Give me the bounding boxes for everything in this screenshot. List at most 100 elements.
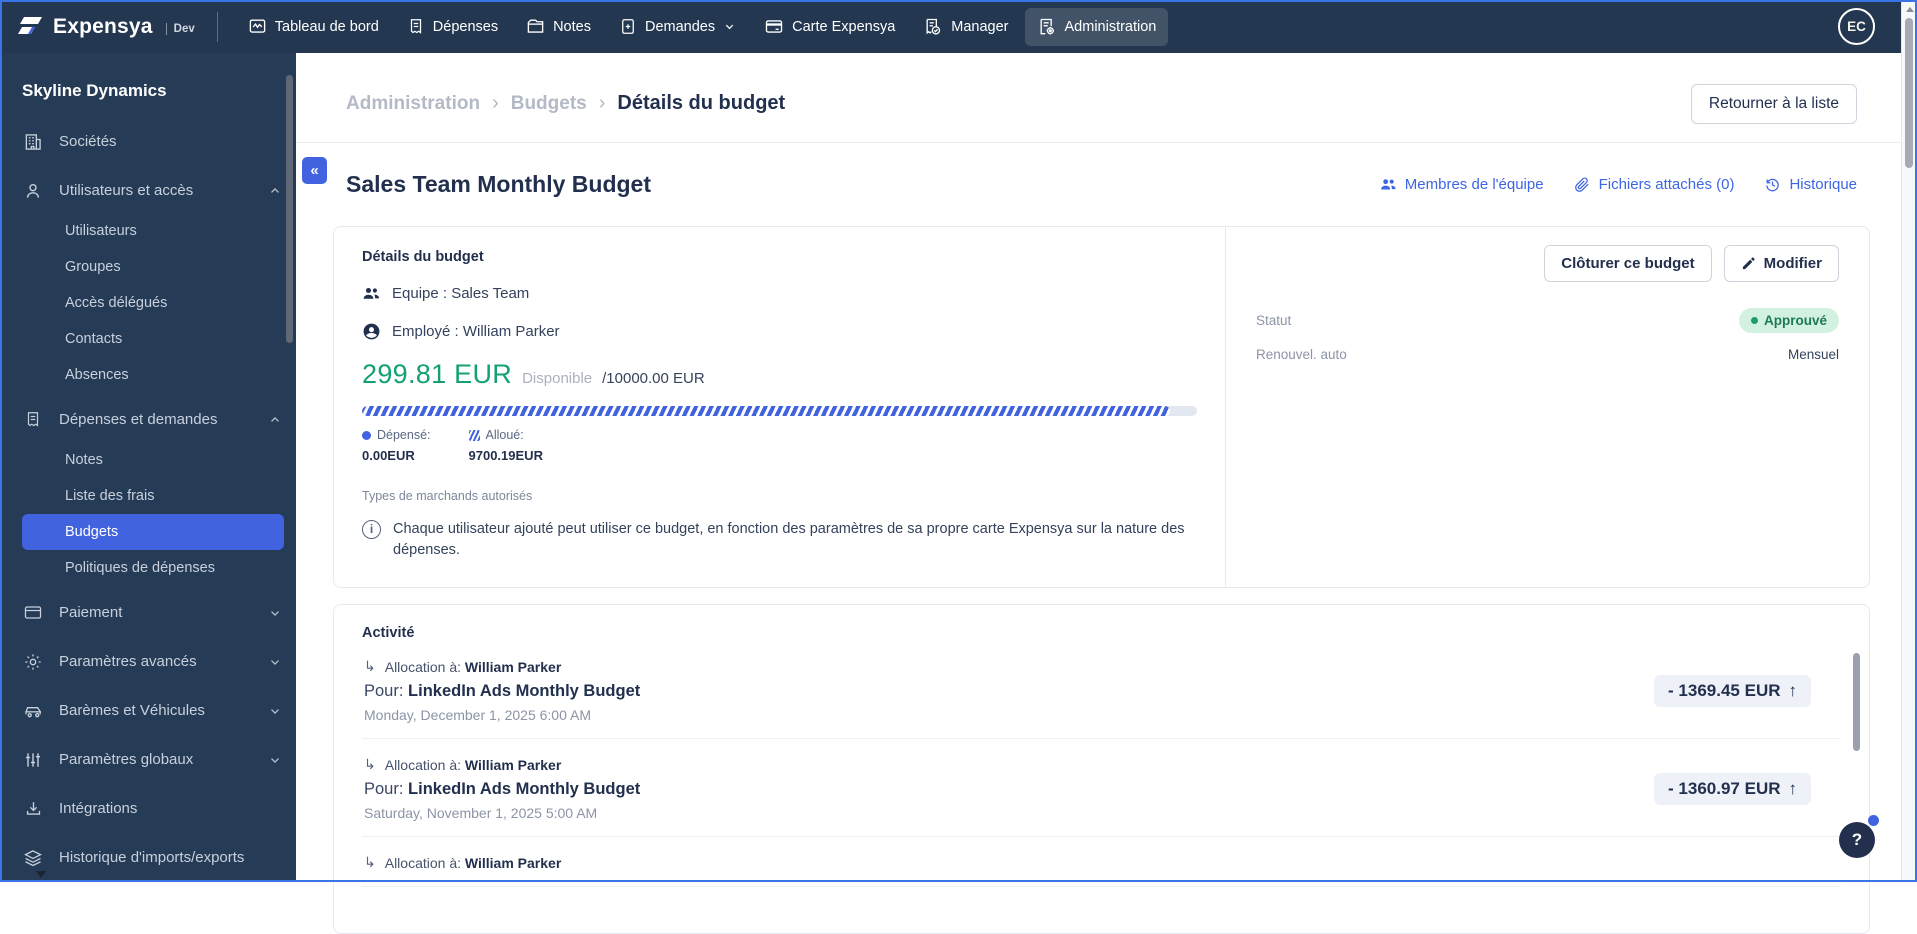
nav-tab-expenses[interactable]: Dépenses	[395, 8, 510, 45]
target-label: Pour:	[364, 682, 403, 700]
attached-files-link[interactable]: Fichiers attachés (0)	[1574, 176, 1735, 193]
legend-allocated: Alloué: 9700.19EUR	[469, 428, 543, 463]
sidebar-item-societes[interactable]: Sociétés	[0, 119, 296, 164]
expensya-logo[interactable]: Expensya Dev	[18, 15, 195, 39]
nav-tab-administration[interactable]: Administration	[1025, 8, 1169, 46]
status-value: Approuvé	[1764, 313, 1827, 328]
user-avatar[interactable]: EC	[1838, 8, 1875, 45]
progress-legend: Dépensé: 0.00EUR Alloué: 9700.19EUR	[362, 428, 1197, 463]
target-line: Pour: LinkedIn Ads Monthly Budget	[364, 682, 1654, 701]
window-scrollbar[interactable]	[1901, 2, 1915, 880]
sidebar-item-utilisateurs-acces[interactable]: Utilisateurs et accès	[0, 168, 296, 213]
help-button[interactable]: ?	[1839, 822, 1875, 858]
allocation-line: ↳ Allocation à: William Parker	[364, 756, 1654, 773]
info-row: i Chaque utilisateur ajouté peut utilise…	[362, 519, 1197, 561]
renewal-label: Renouvel. auto	[1256, 347, 1347, 362]
sidebar-sub-budgets[interactable]: Budgets	[22, 514, 284, 550]
sidebar-item-label: Utilisateurs et accès	[59, 182, 268, 199]
sidebar-item-depenses-demandes[interactable]: Dépenses et demandes	[0, 397, 296, 442]
sidebar-sub-acces-delegues[interactable]: Accès délégués	[22, 285, 284, 321]
sidebar-item-label: Paiement	[59, 604, 268, 621]
sidebar-sub-label: Contacts	[65, 331, 122, 347]
sidebar-item-integrations[interactable]: Intégrations	[0, 786, 296, 831]
allocation-label: Allocation à:	[385, 659, 461, 675]
sidebar-sub-notes[interactable]: Notes	[22, 442, 284, 478]
sidebar-item-label: Dépenses et demandes	[59, 411, 268, 428]
title-row: Sales Team Monthly Budget Membres de l'é…	[296, 143, 1917, 198]
chevron-down-icon	[268, 655, 282, 669]
user-icon	[22, 181, 44, 201]
budget-details-left: Détails du budget Equipe : Sales Team Em…	[334, 227, 1225, 587]
activity-amount-badge: - 1360.97 EUR ↑	[1654, 773, 1811, 805]
activity-row-left: ↳ Allocation à: William Parker	[364, 854, 1811, 871]
arrow-up-icon: ↑	[1789, 681, 1798, 701]
activity-row: ↳ Allocation à: William Parker	[362, 837, 1841, 887]
nav-tab-label: Manager	[951, 19, 1008, 35]
sidebar-sub-label: Absences	[65, 367, 129, 383]
activity-amount-badge: - 1369.45 EUR ↑	[1654, 675, 1811, 707]
nav-tab-notes[interactable]: Notes	[514, 8, 603, 45]
allocated-value: 9700.19EUR	[469, 448, 543, 463]
activity-scrollbar[interactable]	[1853, 653, 1860, 751]
close-budget-button[interactable]: Clôturer ce budget	[1544, 245, 1711, 282]
activity-date: Monday, December 1, 2025 6:00 AM	[364, 707, 1654, 723]
sidebar-sub-utilisateurs[interactable]: Utilisateurs	[22, 213, 284, 249]
sidebar-item-parametres-globaux[interactable]: Paramètres globaux	[0, 737, 296, 782]
link-label: Membres de l'équipe	[1405, 176, 1544, 193]
team-value: Equipe : Sales Team	[392, 285, 529, 302]
edit-budget-button[interactable]: Modifier	[1724, 245, 1839, 282]
sidebar-collapse-button[interactable]: «	[302, 157, 327, 184]
paperclip-icon	[1574, 176, 1591, 193]
title-links: Membres de l'équipe Fichiers attachés (0…	[1380, 176, 1857, 193]
target-label: Pour:	[364, 780, 403, 798]
admin-sidebar: Skyline Dynamics Sociétés Utilisateurs e…	[0, 53, 296, 882]
activity-row: ↳ Allocation à: William Parker Pour: Lin…	[362, 641, 1841, 739]
team-members-link[interactable]: Membres de l'équipe	[1380, 176, 1544, 193]
total-amount: /10000.00 EUR	[602, 370, 705, 387]
sidebar-item-label: Historique d'imports/exports	[59, 849, 282, 866]
sidebar-scrollbar[interactable]	[286, 75, 293, 343]
building-icon	[22, 132, 44, 152]
sidebar-item-parametres-avances[interactable]: Paramètres avancés	[0, 639, 296, 684]
nav-tab-label: Administration	[1065, 19, 1157, 35]
nav-tab-card[interactable]: Carte Expensya	[752, 8, 907, 45]
breadcrumb-separator: ›	[599, 92, 606, 115]
budget-progress-bar	[362, 406, 1197, 416]
sidebar-scroll-down-arrow[interactable]	[36, 871, 46, 878]
page-title: Sales Team Monthly Budget	[346, 171, 651, 198]
team-icon	[1380, 177, 1397, 192]
window-scrollbar-thumb[interactable]	[1905, 18, 1913, 168]
back-to-list-button[interactable]: Retourner à la liste	[1691, 84, 1857, 124]
sidebar-sub-groupes[interactable]: Groupes	[22, 249, 284, 285]
allocation-name: William Parker	[465, 855, 561, 871]
available-label: Disponible	[522, 370, 592, 387]
history-link[interactable]: Historique	[1764, 176, 1857, 193]
receipt-icon	[22, 410, 44, 429]
breadcrumb-budgets[interactable]: Budgets	[511, 93, 587, 115]
renewal-row: Renouvel. auto Mensuel	[1256, 347, 1839, 362]
activity-card: Activité ↳ Allocation à: William Parker …	[333, 604, 1870, 934]
sidebar-item-baremes-vehicules[interactable]: Barèmes et Véhicules	[0, 688, 296, 733]
activity-amount: - 1369.45 EUR	[1668, 681, 1780, 701]
sidebar-sub-liste-des-frais[interactable]: Liste des frais	[22, 478, 284, 514]
logo-text: Expensya	[53, 15, 153, 39]
sidebar-sub-politiques[interactable]: Politiques de dépenses	[22, 550, 284, 586]
nav-tab-label: Carte Expensya	[792, 19, 895, 35]
scrollbar-up-arrow[interactable]	[1906, 7, 1914, 12]
allocation-label: Allocation à:	[385, 757, 461, 773]
breadcrumb-administration[interactable]: Administration	[346, 93, 480, 115]
renewal-value: Mensuel	[1788, 347, 1839, 362]
status-row: Statut Approuvé	[1256, 308, 1839, 333]
target-budget-name: LinkedIn Ads Monthly Budget	[408, 682, 640, 700]
sidebar-sub-absences[interactable]: Absences	[22, 357, 284, 393]
nav-tab-label: Demandes	[645, 19, 715, 35]
nav-tab-manager[interactable]: Manager	[911, 8, 1020, 46]
sidebar-item-paiement[interactable]: Paiement	[0, 590, 296, 635]
nav-tab-dashboard[interactable]: Tableau de bord	[236, 8, 391, 45]
sidebar-sub-contacts[interactable]: Contacts	[22, 321, 284, 357]
chevron-up-icon	[268, 413, 282, 427]
gear-icon	[22, 652, 44, 672]
pencil-icon	[1741, 256, 1756, 271]
nav-tab-requests[interactable]: Demandes	[607, 8, 748, 45]
allocation-label: Allocation à:	[385, 855, 461, 871]
